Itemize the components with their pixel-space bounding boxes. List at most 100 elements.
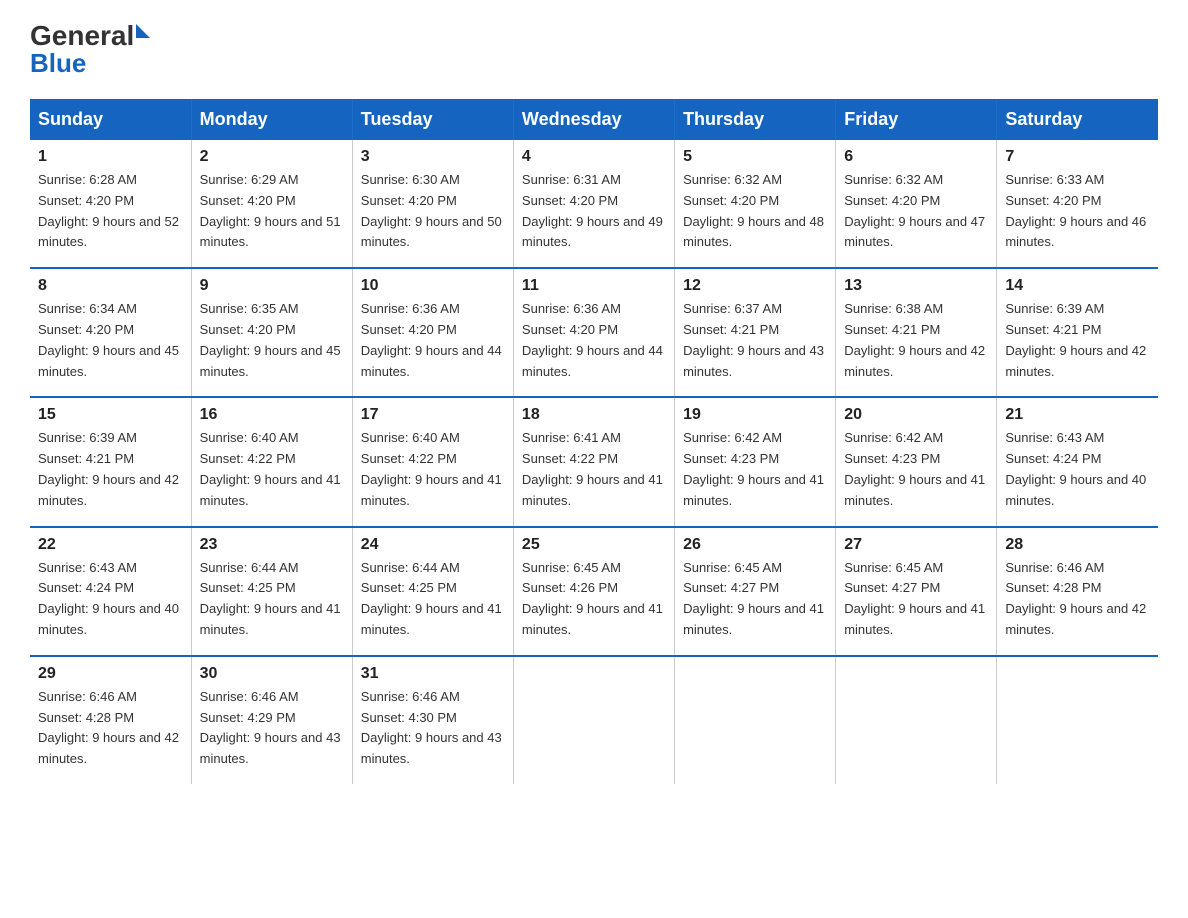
- day-info: Sunrise: 6:35 AMSunset: 4:20 PMDaylight:…: [200, 299, 344, 382]
- day-info: Sunrise: 6:46 AMSunset: 4:28 PMDaylight:…: [1005, 558, 1150, 641]
- day-number: 15: [38, 406, 183, 424]
- day-info: Sunrise: 6:43 AMSunset: 4:24 PMDaylight:…: [1005, 428, 1150, 511]
- day-number: 13: [844, 277, 988, 295]
- calendar-cell: 31 Sunrise: 6:46 AMSunset: 4:30 PMDayligh…: [352, 656, 513, 784]
- calendar-cell: [675, 656, 836, 784]
- day-info: Sunrise: 6:32 AMSunset: 4:20 PMDaylight:…: [844, 170, 988, 253]
- calendar-cell: 22Sunrise: 6:43 AMSunset: 4:24 PMDayligh…: [30, 527, 191, 656]
- day-number: 17: [361, 406, 505, 424]
- day-info: Sunrise: 6:36 AMSunset: 4:20 PMDaylight:…: [522, 299, 666, 382]
- day-number: 19: [683, 406, 827, 424]
- calendar-cell: 16 Sunrise: 6:40 AMSunset: 4:22 PMDayligh…: [191, 397, 352, 526]
- day-number: 8: [38, 277, 183, 295]
- day-info: Sunrise: 6:45 AMSunset: 4:26 PMDaylight:…: [522, 558, 666, 641]
- day-number: 20: [844, 406, 988, 424]
- day-info: Sunrise: 6:40 AMSunset: 4:22 PMDaylight:…: [361, 428, 505, 511]
- day-number: 31: [361, 665, 505, 683]
- day-info: Sunrise: 6:31 AMSunset: 4:20 PMDaylight:…: [522, 170, 666, 253]
- column-header-sunday: Sunday: [30, 99, 191, 140]
- day-number: 24: [361, 536, 505, 554]
- calendar-cell: 24 Sunrise: 6:44 AMSunset: 4:25 PMDayligh…: [352, 527, 513, 656]
- column-header-saturday: Saturday: [997, 99, 1158, 140]
- day-number: 29: [38, 665, 183, 683]
- day-info: Sunrise: 6:34 AMSunset: 4:20 PMDaylight:…: [38, 299, 183, 382]
- day-info: Sunrise: 6:41 AMSunset: 4:22 PMDaylight:…: [522, 428, 666, 511]
- day-number: 12: [683, 277, 827, 295]
- calendar-cell: 19 Sunrise: 6:42 AMSunset: 4:23 PMDayligh…: [675, 397, 836, 526]
- day-number: 9: [200, 277, 344, 295]
- day-number: 10: [361, 277, 505, 295]
- calendar-cell: 14 Sunrise: 6:39 AMSunset: 4:21 PMDayligh…: [997, 268, 1158, 397]
- day-info: Sunrise: 6:39 AMSunset: 4:21 PMDaylight:…: [1005, 299, 1150, 382]
- logo-blue-label: Blue: [30, 48, 86, 79]
- day-info: Sunrise: 6:32 AMSunset: 4:20 PMDaylight:…: [683, 170, 827, 253]
- calendar-cell: 9 Sunrise: 6:35 AMSunset: 4:20 PMDaylight…: [191, 268, 352, 397]
- calendar-cell: 29 Sunrise: 6:46 AMSunset: 4:28 PMDayligh…: [30, 656, 191, 784]
- column-header-friday: Friday: [836, 99, 997, 140]
- column-header-wednesday: Wednesday: [513, 99, 674, 140]
- calendar-cell: 8 Sunrise: 6:34 AMSunset: 4:20 PMDaylight…: [30, 268, 191, 397]
- day-number: 4: [522, 148, 666, 166]
- day-number: 25: [522, 536, 666, 554]
- day-info: Sunrise: 6:44 AMSunset: 4:25 PMDaylight:…: [361, 558, 505, 641]
- day-info: Sunrise: 6:45 AMSunset: 4:27 PMDaylight:…: [683, 558, 827, 641]
- calendar-cell: 10 Sunrise: 6:36 AMSunset: 4:20 PMDayligh…: [352, 268, 513, 397]
- day-number: 2: [200, 148, 344, 166]
- calendar-cell: 21 Sunrise: 6:43 AMSunset: 4:24 PMDayligh…: [997, 397, 1158, 526]
- day-number: 7: [1005, 148, 1150, 166]
- day-info: Sunrise: 6:46 AMSunset: 4:30 PMDaylight:…: [361, 687, 505, 770]
- day-info: Sunrise: 6:37 AMSunset: 4:21 PMDaylight:…: [683, 299, 827, 382]
- day-info: Sunrise: 6:39 AMSunset: 4:21 PMDaylight:…: [38, 428, 183, 511]
- day-number: 22: [38, 536, 183, 554]
- calendar-cell: 17 Sunrise: 6:40 AMSunset: 4:22 PMDayligh…: [352, 397, 513, 526]
- day-number: 28: [1005, 536, 1150, 554]
- calendar-cell: 6 Sunrise: 6:32 AMSunset: 4:20 PMDaylight…: [836, 140, 997, 268]
- logo-arrow-icon: [136, 24, 150, 38]
- calendar-cell: 27 Sunrise: 6:45 AMSunset: 4:27 PMDayligh…: [836, 527, 997, 656]
- calendar-cell: 15 Sunrise: 6:39 AMSunset: 4:21 PMDayligh…: [30, 397, 191, 526]
- calendar-cell: 18 Sunrise: 6:41 AMSunset: 4:22 PMDayligh…: [513, 397, 674, 526]
- day-info: Sunrise: 6:40 AMSunset: 4:22 PMDaylight:…: [200, 428, 344, 511]
- day-info: Sunrise: 6:44 AMSunset: 4:25 PMDaylight:…: [200, 558, 344, 641]
- calendar-cell: 13 Sunrise: 6:38 AMSunset: 4:21 PMDayligh…: [836, 268, 997, 397]
- day-info: Sunrise: 6:42 AMSunset: 4:23 PMDaylight:…: [683, 428, 827, 511]
- day-number: 1: [38, 148, 183, 166]
- calendar-cell: [997, 656, 1158, 784]
- day-number: 16: [200, 406, 344, 424]
- day-info: Sunrise: 6:46 AMSunset: 4:29 PMDaylight:…: [200, 687, 344, 770]
- calendar-cell: 3 Sunrise: 6:30 AMSunset: 4:20 PMDaylight…: [352, 140, 513, 268]
- day-number: 3: [361, 148, 505, 166]
- day-info: Sunrise: 6:42 AMSunset: 4:23 PMDaylight:…: [844, 428, 988, 511]
- calendar-cell: 11 Sunrise: 6:36 AMSunset: 4:20 PMDayligh…: [513, 268, 674, 397]
- day-info: Sunrise: 6:30 AMSunset: 4:20 PMDaylight:…: [361, 170, 505, 253]
- day-number: 14: [1005, 277, 1150, 295]
- day-info: Sunrise: 6:33 AMSunset: 4:20 PMDaylight:…: [1005, 170, 1150, 253]
- calendar-cell: 12 Sunrise: 6:37 AMSunset: 4:21 PMDayligh…: [675, 268, 836, 397]
- page-header: General Blue: [30, 20, 1158, 79]
- calendar-cell: 7 Sunrise: 6:33 AMSunset: 4:20 PMDaylight…: [997, 140, 1158, 268]
- day-info: Sunrise: 6:45 AMSunset: 4:27 PMDaylight:…: [844, 558, 988, 641]
- day-info: Sunrise: 6:29 AMSunset: 4:20 PMDaylight:…: [200, 170, 344, 253]
- calendar-cell: [513, 656, 674, 784]
- day-info: Sunrise: 6:38 AMSunset: 4:21 PMDaylight:…: [844, 299, 988, 382]
- calendar-cell: 28 Sunrise: 6:46 AMSunset: 4:28 PMDayligh…: [997, 527, 1158, 656]
- day-number: 26: [683, 536, 827, 554]
- column-header-thursday: Thursday: [675, 99, 836, 140]
- calendar-cell: 23 Sunrise: 6:44 AMSunset: 4:25 PMDayligh…: [191, 527, 352, 656]
- day-info: Sunrise: 6:46 AMSunset: 4:28 PMDaylight:…: [38, 687, 183, 770]
- day-number: 27: [844, 536, 988, 554]
- logo: General Blue: [30, 20, 150, 79]
- calendar-cell: 20 Sunrise: 6:42 AMSunset: 4:23 PMDayligh…: [836, 397, 997, 526]
- day-number: 23: [200, 536, 344, 554]
- calendar-cell: 25 Sunrise: 6:45 AMSunset: 4:26 PMDayligh…: [513, 527, 674, 656]
- day-number: 18: [522, 406, 666, 424]
- calendar-cell: [836, 656, 997, 784]
- day-info: Sunrise: 6:36 AMSunset: 4:20 PMDaylight:…: [361, 299, 505, 382]
- column-header-monday: Monday: [191, 99, 352, 140]
- day-number: 30: [200, 665, 344, 683]
- day-number: 11: [522, 277, 666, 295]
- day-number: 21: [1005, 406, 1150, 424]
- calendar-cell: 26 Sunrise: 6:45 AMSunset: 4:27 PMDayligh…: [675, 527, 836, 656]
- day-number: 6: [844, 148, 988, 166]
- day-info: Sunrise: 6:28 AMSunset: 4:20 PMDaylight:…: [38, 170, 183, 253]
